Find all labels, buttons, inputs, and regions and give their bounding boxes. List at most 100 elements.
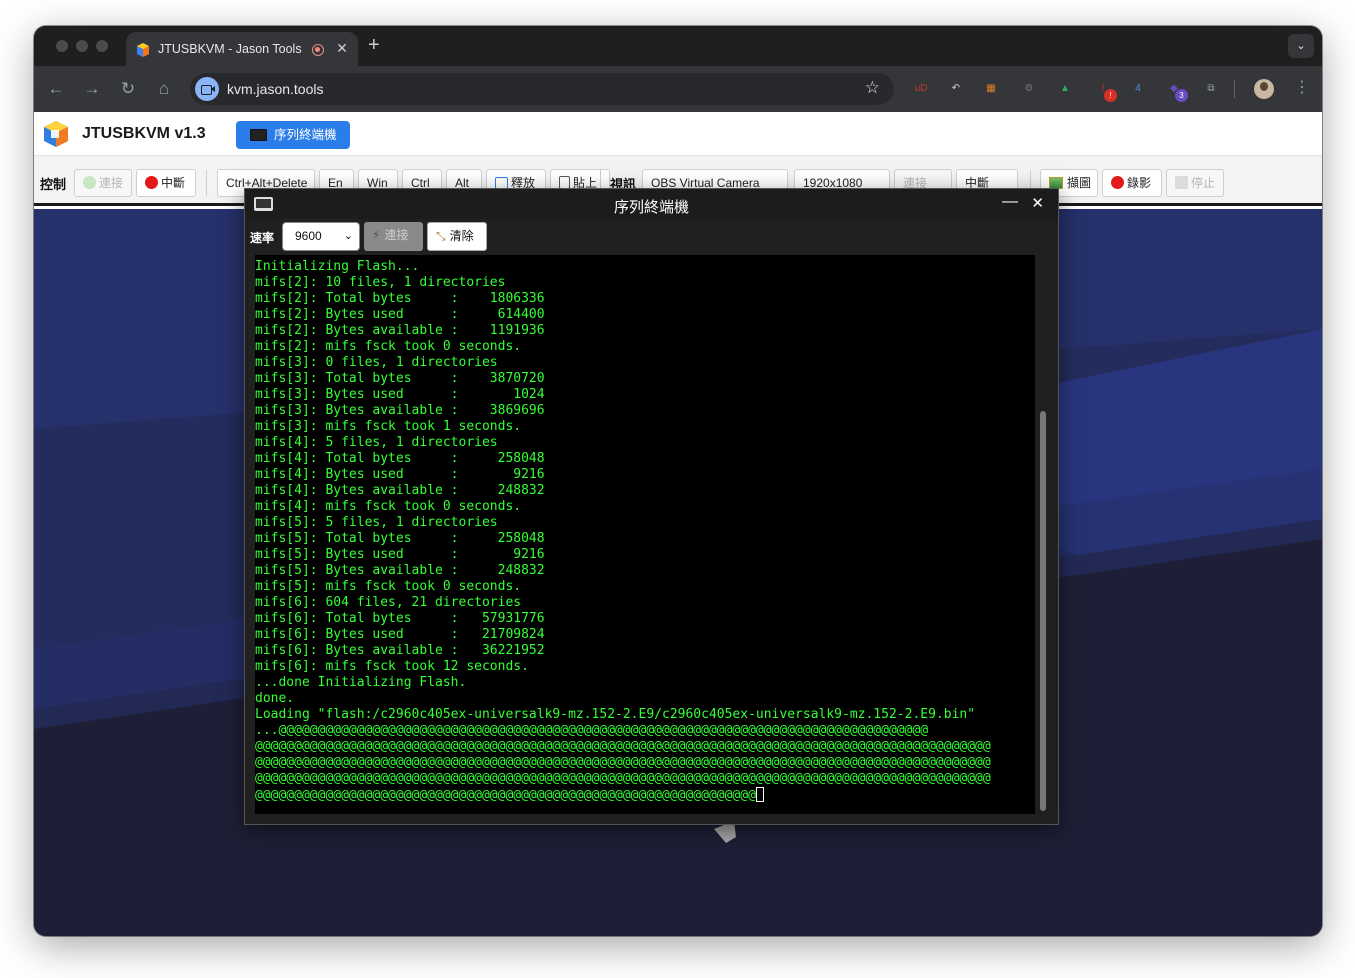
disconnect-button[interactable]: 中斷 <box>136 169 196 197</box>
terminal-line: mifs[6]: Bytes available : 36221952 <box>255 643 545 658</box>
record-label: 錄影 <box>1127 176 1152 190</box>
terminal-line: mifs[4]: Bytes available : 248832 <box>255 483 545 498</box>
serial-connect-button[interactable]: ⚡ 連接 <box>364 222 423 251</box>
terminal-line: mifs[5]: Bytes available : 248832 <box>255 563 545 578</box>
terminal-line: mifs[4]: mifs fsck took 0 seconds. <box>255 499 522 514</box>
extension-badge: ! <box>1104 89 1117 102</box>
baud-rate-select[interactable]: 9600 ⌄ <box>282 222 360 251</box>
tab-strip: JTUSBKVM - Jason Tools ✕ + ⌄ <box>34 26 1322 66</box>
terminal-line: @@@@@@@@@@@@@@@@@@@@@@@@@@@@@@@@@@@@@@@@… <box>255 755 991 770</box>
terminal-line: mifs[5]: Bytes used : 9216 <box>255 547 545 562</box>
terminal-line: Loading "flash:/c2960c405ex-universalk9-… <box>255 707 976 722</box>
terminal-line: ...done Initializing Flash. <box>255 675 467 690</box>
profile-avatar[interactable] <box>1254 79 1274 99</box>
dialog-titlebar[interactable]: 序列終端機 — ✕ <box>245 189 1058 219</box>
close-window-icon[interactable] <box>56 40 68 52</box>
camera-permission-icon[interactable] <box>195 77 219 101</box>
clear-button[interactable]: ⤡ 清除 <box>427 222 487 251</box>
divider <box>206 170 207 196</box>
url-text[interactable]: kvm.jason.tools <box>227 81 323 97</box>
ublock-icon[interactable]: uD <box>912 80 930 98</box>
broom-icon: ⤡ <box>436 229 446 243</box>
control-label: 控制 <box>40 177 67 192</box>
stop-label: 停止 <box>1191 176 1216 190</box>
scrollbar-thumb[interactable] <box>1040 411 1046 811</box>
record-dot-icon <box>1111 176 1124 189</box>
four-extension-icon[interactable]: 4 <box>1129 80 1147 98</box>
home-icon[interactable]: ⌂ <box>153 78 175 100</box>
bookmark-star-icon[interactable]: ☆ <box>865 78 880 98</box>
gear-extension-icon[interactable]: ⚙ <box>1020 80 1038 98</box>
terminal-line: ...@@@@@@@@@@@@@@@@@@@@@@@@@@@@@@@@@@@@@… <box>255 723 929 738</box>
terminal-line: mifs[2]: Bytes used : 614400 <box>255 307 545 322</box>
green-dot-icon <box>83 176 96 189</box>
app-favicon-icon <box>137 43 149 57</box>
connect-button[interactable]: 連接 <box>74 169 132 197</box>
terminal-line: mifs[3]: Bytes used : 1024 <box>255 387 545 402</box>
terminal-line: mifs[6]: 604 files, 21 directories <box>255 595 522 610</box>
stop-icon <box>1175 176 1188 189</box>
terminal-line: mifs[3]: Total bytes : 3870720 <box>255 371 545 386</box>
address-bar[interactable]: kvm.jason.tools ☆ <box>190 73 894 105</box>
terminal-line: @@@@@@@@@@@@@@@@@@@@@@@@@@@@@@@@@@@@@@@@… <box>255 787 1035 804</box>
terminal-line: Initializing Flash... <box>255 259 420 274</box>
puzzle-icon[interactable]: ⧉ <box>1202 80 1220 98</box>
browser-window: JTUSBKVM - Jason Tools ✕ + ⌄ ← → ↻ ⌂ kvm… <box>34 26 1322 936</box>
back-icon[interactable]: ← <box>45 78 67 100</box>
terminal-line: mifs[6]: Total bytes : 57931776 <box>255 611 545 626</box>
close-icon[interactable]: ✕ <box>1031 194 1044 212</box>
terminal-line: mifs[6]: mifs fsck took 12 seconds. <box>255 659 529 674</box>
new-tab-button[interactable]: + <box>368 34 380 56</box>
monitor-icon <box>250 129 267 141</box>
terminal-line: done. <box>255 691 295 706</box>
chevron-down-icon: ⌄ <box>343 230 353 242</box>
terminal-line: mifs[2]: 10 files, 1 directories <box>255 275 506 290</box>
forward-icon[interactable]: → <box>81 78 103 100</box>
diamond-extension-icon[interactable]: ◆ 3 <box>1165 80 1188 102</box>
serial-terminal-tab[interactable]: 序列終端機 <box>236 121 350 149</box>
terminal-line: @@@@@@@@@@@@@@@@@@@@@@@@@@@@@@@@@@@@@@@@… <box>255 739 991 754</box>
clear-label: 清除 <box>449 229 474 243</box>
triangle-extension-icon[interactable]: ▲ <box>1056 80 1074 98</box>
disconnect-label: 中斷 <box>161 176 186 190</box>
serial-terminal-tab-label: 序列終端機 <box>274 128 337 142</box>
terminal-line: mifs[3]: 0 files, 1 directories <box>255 355 498 370</box>
tab-search-button[interactable]: ⌄ <box>1288 34 1314 58</box>
grid-extension-icon[interactable]: ▦ <box>982 80 1000 98</box>
terminal-line: mifs[6]: Bytes used : 21709824 <box>255 627 545 642</box>
terminal-output[interactable]: Initializing Flash... mifs[2]: 10 files, … <box>255 255 1035 814</box>
tab-close-icon[interactable]: ✕ <box>334 40 350 57</box>
extension-badge: 3 <box>1175 89 1188 102</box>
serial-controls: 速率 9600 ⌄ ⚡ 連接 ⤡ 清除 <box>245 219 1058 255</box>
terminal-cursor <box>755 787 764 802</box>
terminal-line: mifs[4]: 5 files, 1 directories <box>255 435 498 450</box>
plug-icon: ⚡ <box>372 228 381 242</box>
terminal-line: mifs[4]: Total bytes : 258048 <box>255 451 545 466</box>
terminal-line: @@@@@@@@@@@@@@@@@@@@@@@@@@@@@@@@@@@@@@@@… <box>255 771 991 786</box>
reload-icon[interactable]: ↻ <box>117 78 139 100</box>
alert-extension-icon[interactable]: !! <box>1094 80 1117 102</box>
record-button[interactable]: 錄影 <box>1102 169 1162 197</box>
browser-tab[interactable]: JTUSBKVM - Jason Tools ✕ <box>126 32 358 66</box>
app-title: JTUSBKVM v1.3 <box>82 125 206 142</box>
serial-connect-label: 連接 <box>384 228 409 242</box>
browser-menu-icon[interactable]: ⋮ <box>1294 77 1310 99</box>
minimize-window-icon[interactable] <box>76 40 88 52</box>
terminal-scrollbar[interactable] <box>1037 255 1049 814</box>
serial-terminal-dialog: 序列終端機 — ✕ 速率 9600 ⌄ ⚡ 連接 ⤡ 清除 Initializing… <box>244 188 1059 825</box>
app-header: JTUSBKVM v1.3 序列終端機 <box>34 112 1322 156</box>
maximize-window-icon[interactable] <box>96 40 108 52</box>
app-logo-icon <box>44 121 68 147</box>
terminal-line: mifs[4]: Bytes used : 9216 <box>255 467 545 482</box>
stop-button[interactable]: 停止 <box>1166 169 1224 197</box>
terminal-line: mifs[5]: 5 files, 1 directories <box>255 515 498 530</box>
terminal-line: mifs[2]: Bytes available : 1191936 <box>255 323 545 338</box>
connect-label: 連接 <box>99 176 124 190</box>
terminal-line: mifs[2]: mifs fsck took 0 seconds. <box>255 339 522 354</box>
minimize-icon[interactable]: — <box>1002 193 1018 211</box>
terminal-line: mifs[2]: Total bytes : 1806336 <box>255 291 545 306</box>
recording-indicator-icon <box>312 44 324 56</box>
terminal-line: mifs[5]: Total bytes : 258048 <box>255 531 545 546</box>
terminal-line: mifs[3]: mifs fsck took 1 seconds. <box>255 419 522 434</box>
undo-extension-icon[interactable]: ↶ <box>947 80 965 98</box>
